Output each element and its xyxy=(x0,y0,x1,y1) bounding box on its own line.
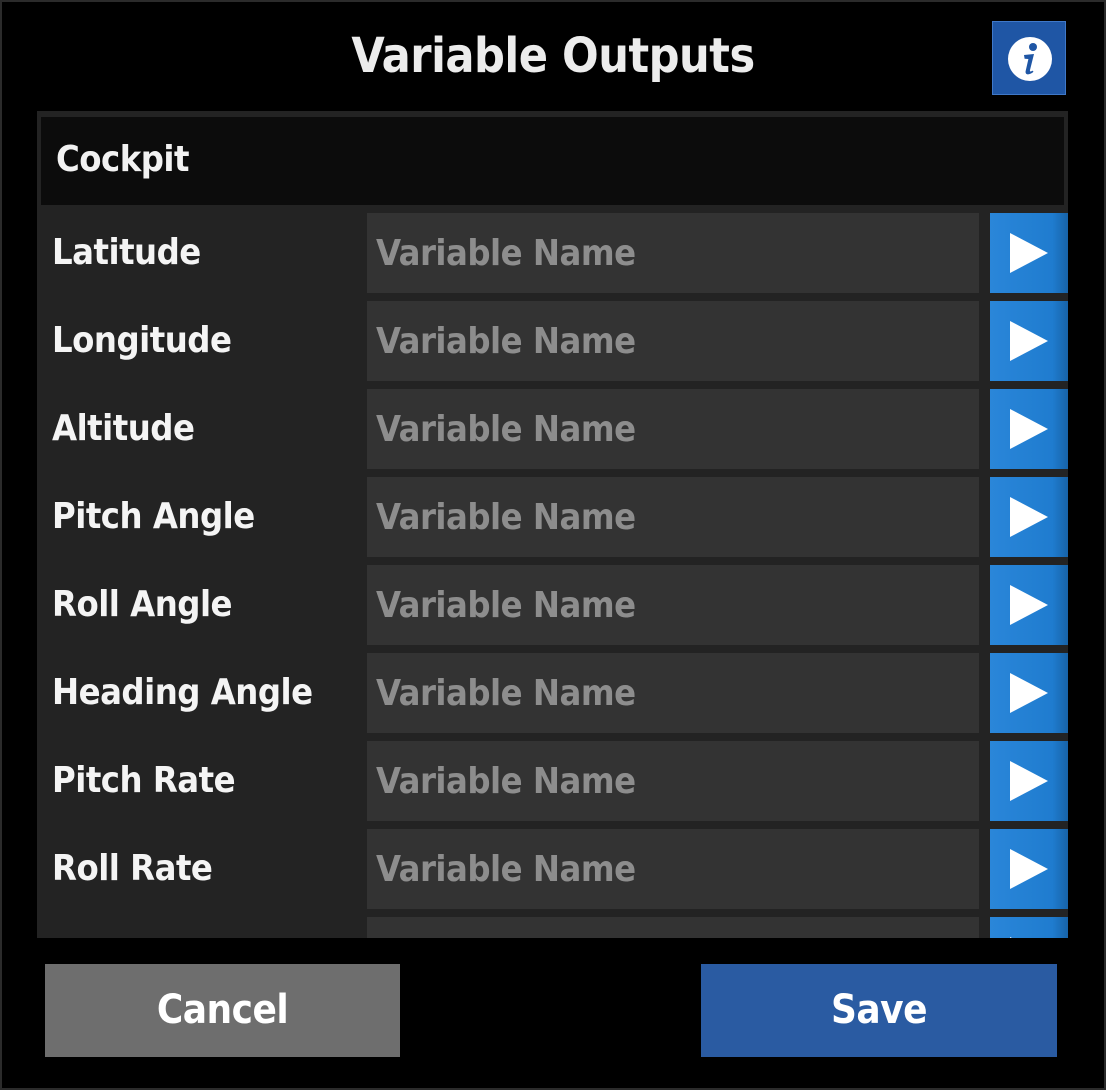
play-arrow-icon xyxy=(1010,673,1048,713)
variable-name-input[interactable] xyxy=(367,917,979,938)
section-title: Cockpit xyxy=(56,139,190,180)
play-arrow-icon xyxy=(1010,409,1048,449)
variable-row-latitude: Latitude xyxy=(37,213,1068,293)
variable-name-input[interactable] xyxy=(367,653,979,733)
variable-row-roll-angle: Roll Angle xyxy=(37,565,1068,645)
variable-name-input[interactable] xyxy=(367,389,979,469)
row-action-button[interactable] xyxy=(990,477,1068,557)
row-label: Latitude xyxy=(52,232,201,273)
play-arrow-icon xyxy=(1010,321,1048,361)
variable-row-longitude: Longitude xyxy=(37,301,1068,381)
play-arrow-icon xyxy=(1010,585,1048,625)
variable-outputs-dialog: Variable Outputs Cockpit Latitude Longit… xyxy=(0,0,1106,1090)
variable-name-input[interactable] xyxy=(367,741,979,821)
row-action-button[interactable] xyxy=(990,389,1068,469)
row-label: Altitude xyxy=(52,408,195,449)
row-action-button[interactable] xyxy=(990,213,1068,293)
variables-panel[interactable]: Cockpit Latitude Longitude Altitude Pitc… xyxy=(37,111,1068,938)
variable-row-pitch-rate: Pitch Rate xyxy=(37,741,1068,821)
row-action-button[interactable] xyxy=(990,917,1068,938)
play-arrow-icon xyxy=(1010,497,1048,537)
variable-name-input[interactable] xyxy=(367,213,979,293)
info-icon xyxy=(1008,37,1052,81)
row-label: Heading Angle xyxy=(52,672,313,713)
row-label: Roll Angle xyxy=(52,584,233,625)
row-label: Roll Rate xyxy=(52,848,213,889)
play-arrow-icon xyxy=(1010,937,1012,938)
play-arrow-icon xyxy=(1010,233,1048,273)
row-action-button[interactable] xyxy=(990,741,1068,821)
row-action-button[interactable] xyxy=(990,653,1068,733)
row-action-button[interactable] xyxy=(990,565,1068,645)
variable-row-partial xyxy=(37,917,1068,938)
save-button[interactable]: Save xyxy=(701,964,1057,1057)
info-button[interactable] xyxy=(992,21,1066,95)
row-action-button[interactable] xyxy=(990,301,1068,381)
variable-row-roll-rate: Roll Rate xyxy=(37,829,1068,909)
row-label: Pitch Angle xyxy=(52,496,255,537)
section-header: Cockpit xyxy=(41,117,1064,205)
variable-row-pitch-angle: Pitch Angle xyxy=(37,477,1068,557)
variable-row-altitude: Altitude xyxy=(37,389,1068,469)
variable-name-input[interactable] xyxy=(367,301,979,381)
variable-row-heading-angle: Heading Angle xyxy=(37,653,1068,733)
variable-name-input[interactable] xyxy=(367,829,979,909)
variable-name-input[interactable] xyxy=(367,477,979,557)
dialog-title: Variable Outputs xyxy=(351,28,755,84)
row-action-button[interactable] xyxy=(990,829,1068,909)
variable-name-input[interactable] xyxy=(367,565,979,645)
row-label: Pitch Rate xyxy=(52,760,236,801)
cancel-button[interactable]: Cancel xyxy=(45,964,400,1057)
row-label: Longitude xyxy=(52,320,232,361)
play-arrow-icon xyxy=(1010,761,1048,801)
play-arrow-icon xyxy=(1010,849,1048,889)
